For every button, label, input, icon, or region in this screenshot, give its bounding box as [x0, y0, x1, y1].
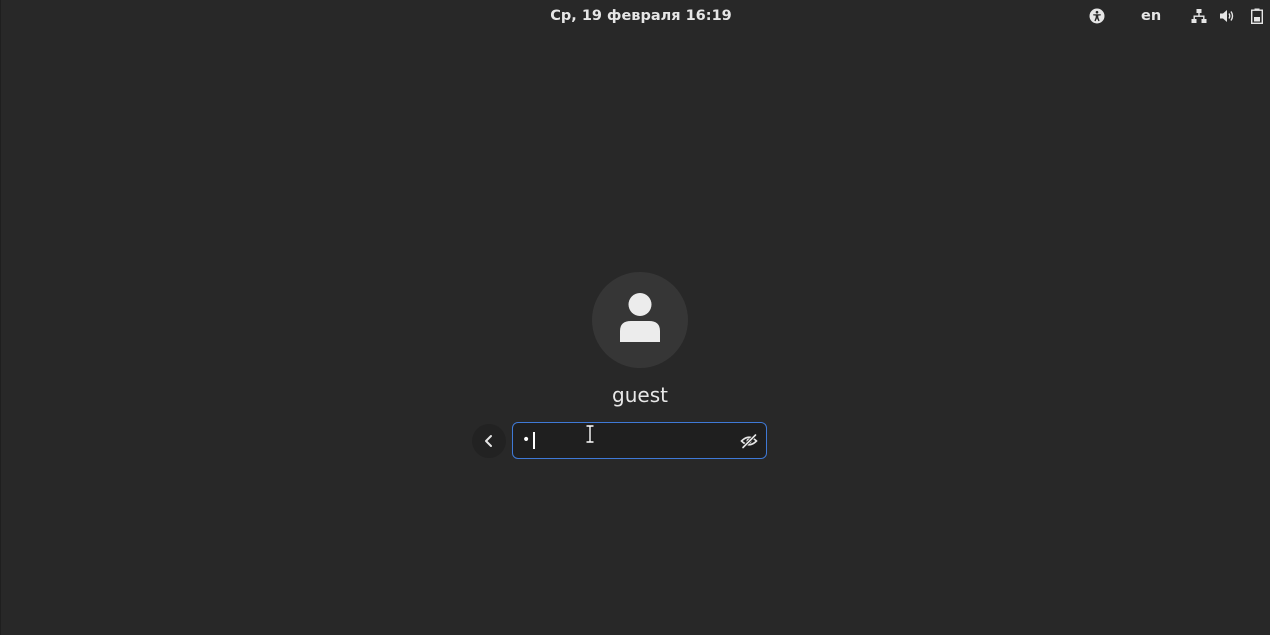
battery-icon[interactable] — [1249, 8, 1265, 24]
text-caret — [533, 432, 535, 449]
mouse-pointer-icon — [585, 424, 595, 444]
keyboard-layout-indicator[interactable]: en — [1141, 0, 1161, 32]
reveal-password-button[interactable] — [740, 432, 758, 450]
user-icon — [620, 293, 660, 342]
accessibility-icon[interactable] — [1089, 8, 1105, 24]
screen-edge — [0, 0, 1, 635]
volume-icon[interactable] — [1219, 8, 1235, 24]
back-button[interactable] — [472, 424, 506, 458]
chevron-left-icon — [485, 435, 492, 447]
system-status-area: en — [0, 0, 1270, 32]
top-bar: Ср, 19 февраля 16:19 en — [0, 0, 1270, 32]
username-label: guest — [612, 383, 668, 407]
login-screen: Ср, 19 февраля 16:19 en guest • — [0, 0, 1270, 635]
eye-crossed-icon — [740, 433, 758, 449]
user-avatar — [592, 272, 688, 368]
password-field[interactable]: • — [512, 422, 767, 459]
password-value: • — [522, 432, 531, 448]
network-icon[interactable] — [1191, 8, 1207, 24]
